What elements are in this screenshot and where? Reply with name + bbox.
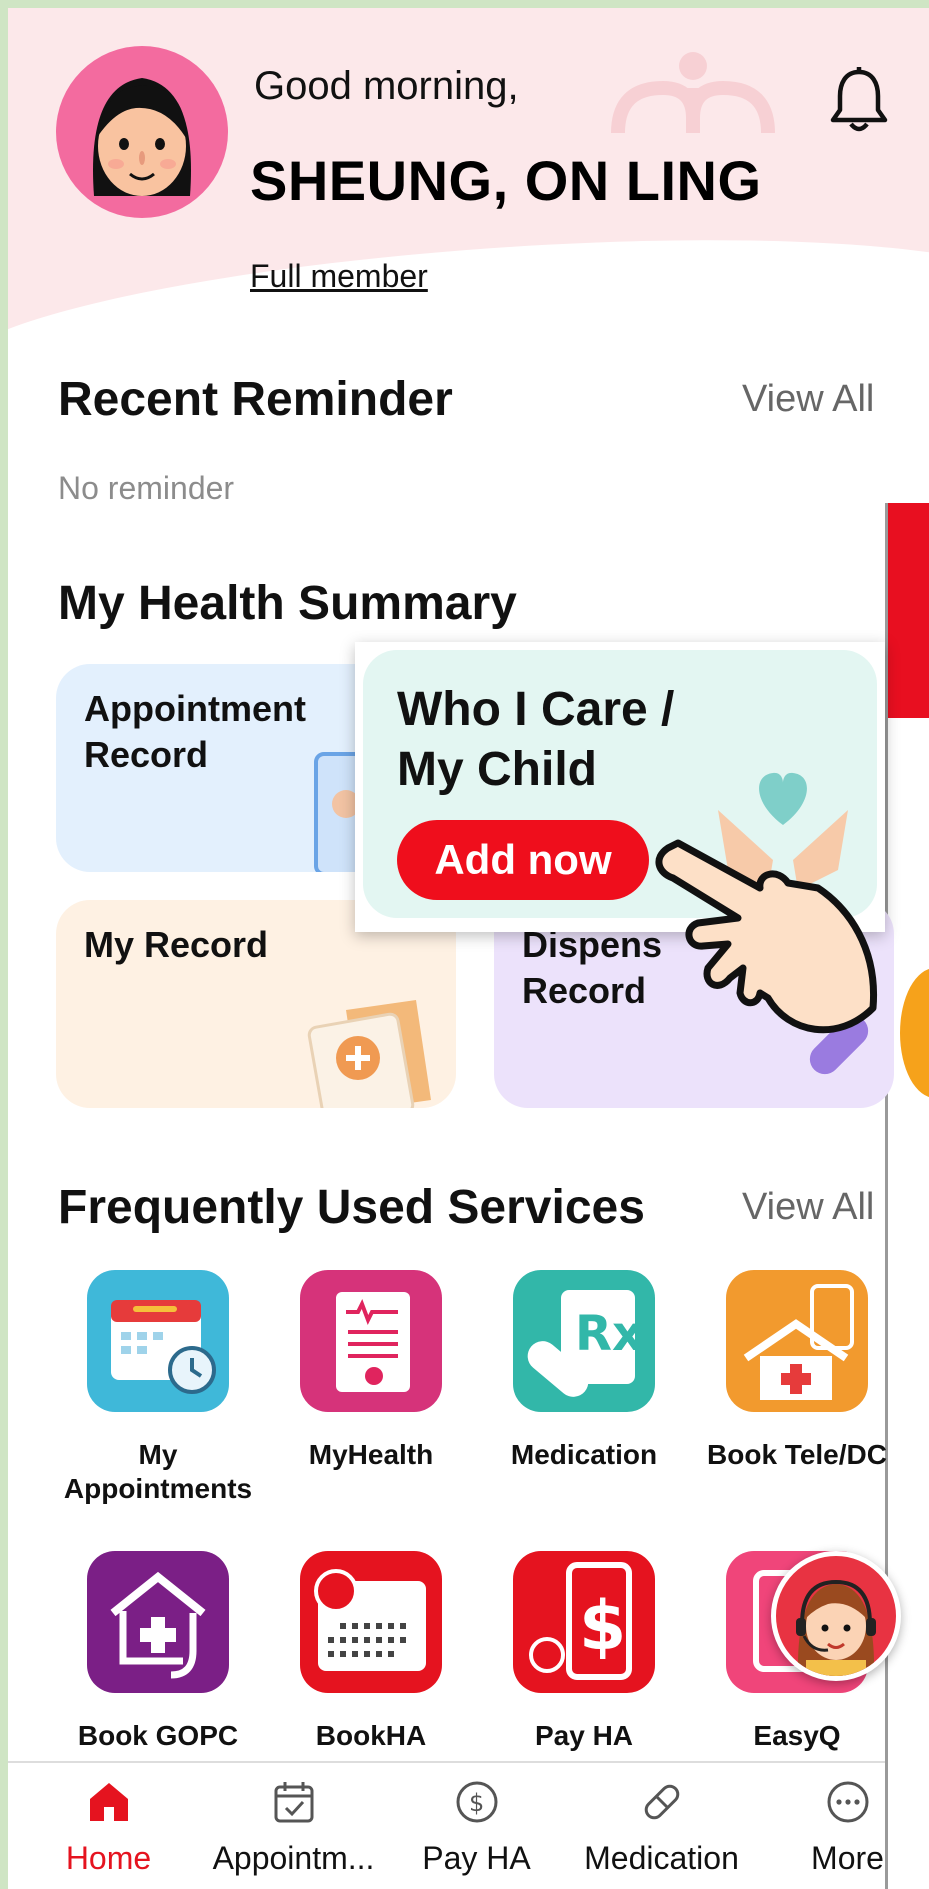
services-view-all-link[interactable]: View All bbox=[742, 1186, 874, 1229]
avatar-face-icon bbox=[93, 78, 191, 196]
greeting-text: Good morning, bbox=[254, 64, 519, 108]
tab-appointments[interactable]: Appointm... bbox=[206, 1763, 381, 1889]
service-medication[interactable]: Rx Medication bbox=[484, 1270, 684, 1472]
user-avatar[interactable] bbox=[56, 46, 228, 218]
user-name: SHEUNG, ON LING bbox=[250, 149, 762, 212]
bookha-calendar-icon bbox=[300, 1551, 442, 1693]
service-label: Medication bbox=[510, 1439, 658, 1470]
service-label: Book Tele/DC bbox=[707, 1439, 887, 1470]
more-icon bbox=[827, 1781, 868, 1823]
folder-document-icon bbox=[307, 1000, 431, 1108]
svg-text:$: $ bbox=[579, 1587, 626, 1666]
service-label: MyHealth bbox=[308, 1439, 434, 1470]
pay-ha-icon: $ bbox=[513, 1551, 655, 1693]
popup-title: Who I Care / My Child bbox=[397, 683, 675, 796]
appointment-record-label: Appointment Record bbox=[84, 688, 306, 775]
app-screen: Good morning, SHEUNG, ON LING Full membe… bbox=[8, 8, 929, 1889]
calendar-clock-icon bbox=[87, 1270, 229, 1412]
service-book-gopc[interactable]: Book GOPC bbox=[58, 1551, 258, 1753]
service-label: Book GOPC bbox=[77, 1720, 239, 1751]
my-record-label: My Record bbox=[84, 924, 269, 965]
svg-text:Rx: Rx bbox=[575, 1306, 643, 1362]
no-reminder-text: No reminder bbox=[58, 470, 235, 506]
prescription-icon: Rx bbox=[513, 1270, 655, 1412]
tab-label: Pay HA bbox=[422, 1840, 531, 1876]
service-label: My Appointments bbox=[63, 1439, 253, 1504]
side-orange-peek bbox=[900, 968, 929, 1098]
tab-more[interactable]: More bbox=[760, 1763, 929, 1889]
bottom-tab-bar: Home Appointm... $ Pay HA Medication Mor… bbox=[8, 1761, 885, 1889]
home-icon bbox=[89, 1783, 128, 1821]
service-label: BookHA bbox=[315, 1720, 427, 1751]
gopc-icon bbox=[87, 1551, 229, 1693]
ha-logo-watermark-icon bbox=[611, 52, 775, 134]
pill-icon bbox=[644, 1784, 679, 1820]
customer-service-agent-button[interactable] bbox=[771, 1551, 901, 1681]
health-record-icon bbox=[300, 1270, 442, 1412]
service-label: Pay HA bbox=[534, 1720, 634, 1751]
headset-agent-icon bbox=[796, 1579, 876, 1676]
service-bookha[interactable]: BookHA bbox=[271, 1551, 471, 1753]
pointing-hand-icon bbox=[655, 839, 878, 1034]
tab-label: Medication bbox=[584, 1840, 739, 1876]
services-title: Frequently Used Services bbox=[58, 1181, 645, 1234]
service-pay-ha[interactable]: $ Pay HA bbox=[484, 1551, 684, 1753]
tab-label: More bbox=[811, 1840, 884, 1876]
tab-label: Appointm... bbox=[212, 1840, 375, 1876]
dollar-icon: $ bbox=[456, 1781, 497, 1823]
notification-bell-icon[interactable] bbox=[828, 66, 890, 134]
service-book-tele-dc[interactable]: Book Tele/DC bbox=[697, 1270, 897, 1472]
tab-home[interactable]: Home bbox=[21, 1763, 196, 1889]
calendar-check-icon bbox=[274, 1782, 313, 1823]
tab-pay-ha[interactable]: $ Pay HA bbox=[389, 1763, 564, 1889]
service-my-appointments[interactable]: My Appointments bbox=[58, 1270, 258, 1506]
add-now-button[interactable]: Add now bbox=[397, 820, 649, 900]
tab-label: Home bbox=[65, 1840, 152, 1876]
reminder-view-all-link[interactable]: View All bbox=[742, 378, 874, 421]
tab-medication[interactable]: Medication bbox=[574, 1763, 749, 1889]
recent-reminder-title: Recent Reminder bbox=[58, 373, 453, 426]
health-summary-title: My Health Summary bbox=[58, 577, 517, 630]
membership-link[interactable]: Full member bbox=[250, 258, 428, 295]
service-label: EasyQ bbox=[753, 1720, 841, 1751]
service-myhealth[interactable]: MyHealth bbox=[271, 1270, 471, 1472]
telehealth-icon bbox=[726, 1270, 868, 1412]
svg-text:$: $ bbox=[469, 1789, 484, 1817]
side-banner-peek bbox=[888, 503, 929, 718]
